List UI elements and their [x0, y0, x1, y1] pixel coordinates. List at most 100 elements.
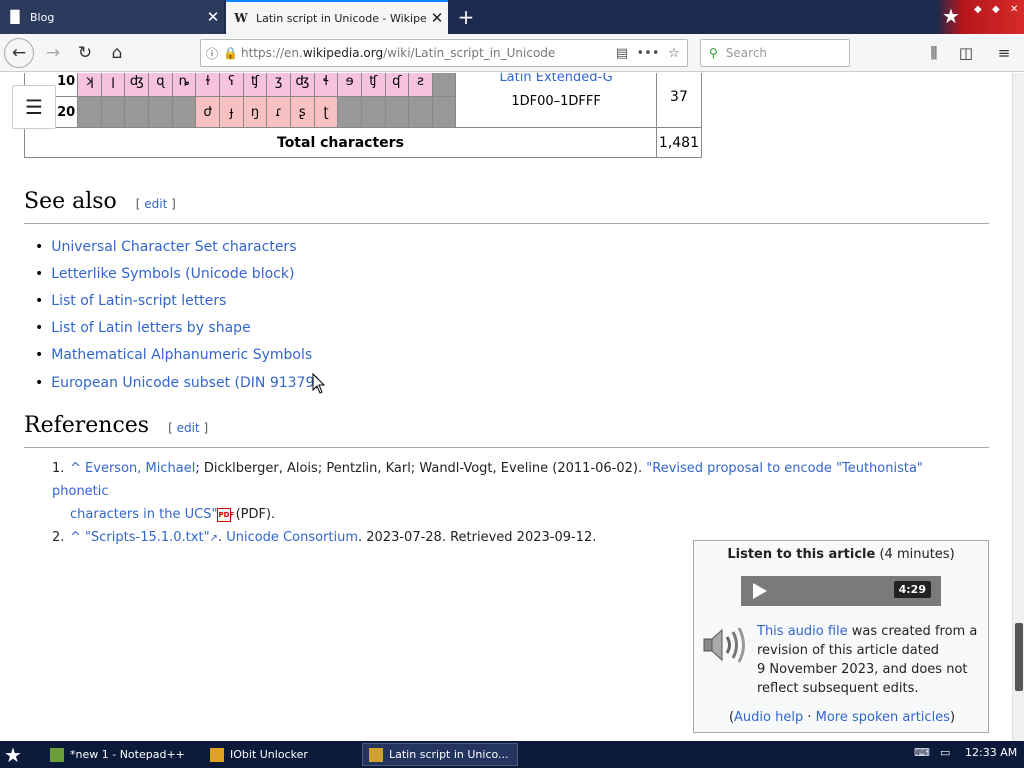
tab-blog[interactable]: ▐▌ Blog ✕	[0, 0, 224, 34]
publisher-link[interactable]: Unicode Consortium	[226, 530, 358, 545]
heading-text: References	[24, 413, 150, 438]
taskbar-item-active[interactable]: Latin script in Unico...	[362, 743, 518, 766]
taskbar: ★ *new 1 - Notepad++ IObit Unlocker Lati…	[0, 741, 1024, 768]
start-menu-icon[interactable]: ★	[4, 743, 22, 767]
more-spoken-articles-link[interactable]: More spoken articles	[816, 710, 950, 725]
ref-date: . 2023-07-28. Retrieved 2023-09-12.	[358, 530, 597, 545]
char-cell[interactable]: ŋ	[242, 96, 268, 128]
char-cell[interactable]: ʂ	[289, 96, 315, 128]
audio-footer: (Audio help · More spoken articles)	[728, 710, 956, 725]
tab-wikipedia[interactable]: W Latin script in Unicode - Wikipedia ✕	[226, 0, 448, 34]
see-also-link[interactable]: List of Latin-script letters	[51, 293, 226, 309]
desc-text: was created from a	[847, 624, 978, 639]
ref-backlink[interactable]: ^	[70, 530, 81, 545]
char-cell[interactable]: ɾ	[266, 96, 291, 128]
list-item[interactable]: Letterlike Symbols (Unicode block)	[35, 260, 320, 287]
char-cell[interactable]: ʈ	[313, 96, 339, 128]
home-button[interactable]: ⌂	[102, 38, 132, 68]
audio-help-link[interactable]: Audio help	[734, 710, 803, 725]
wikipedia-favicon-icon: W	[234, 11, 248, 25]
ref-backlink[interactable]: ^	[70, 461, 81, 476]
char-cell[interactable]: ɘ	[337, 73, 362, 97]
audio-player[interactable]: 4:29	[741, 576, 941, 606]
spoken-article-box: Listen to this article (4 minutes) 4:29 …	[693, 540, 989, 733]
ref-number: 1.	[52, 461, 65, 476]
char-cell[interactable]: ꞁ	[100, 73, 126, 97]
clock[interactable]: 12:33 AM	[965, 746, 1017, 759]
list-item[interactable]: List of Latin-script letters	[35, 287, 320, 314]
taskbar-item[interactable]: *new 1 - Notepad++	[44, 743, 204, 766]
close-window-icon[interactable]: ✕	[1010, 4, 1018, 15]
char-cell[interactable]: ʧ	[242, 73, 268, 97]
char-cell[interactable]: ɋ	[148, 73, 173, 97]
toc-button[interactable]: ☰	[12, 85, 56, 129]
minimize-icon[interactable]: ◆	[974, 4, 982, 15]
char-cell[interactable]: ɫ	[195, 73, 221, 97]
char-cell[interactable]: ʧ	[360, 73, 386, 97]
char-cell[interactable]: ʤ	[124, 73, 150, 97]
char-cell[interactable]: ʕ	[219, 73, 244, 97]
divider	[24, 447, 989, 448]
sidebar-icon: ◫	[958, 44, 974, 62]
info-icon[interactable]: ⓘ	[201, 45, 223, 62]
bookmark-star-icon[interactable]: ☆	[661, 46, 687, 61]
close-tab-icon[interactable]: ✕	[202, 8, 224, 26]
edit-section-link[interactable]: [ edit ]	[136, 197, 176, 211]
keyboard-icon[interactable]: ⌨	[914, 746, 930, 759]
see-also-link[interactable]: Letterlike Symbols (Unicode block)	[51, 266, 294, 282]
char-cell[interactable]: ժ	[195, 96, 221, 128]
author-link[interactable]: Everson, Michael	[85, 461, 195, 476]
sidebar-button[interactable]: ◫	[952, 38, 980, 68]
scrollbar-thumb[interactable]	[1015, 623, 1023, 691]
page-actions-icon[interactable]: •••	[635, 46, 661, 61]
see-also-link[interactable]: List of Latin letters by shape	[51, 320, 250, 336]
list-icon: ☰	[25, 95, 43, 119]
char-cell[interactable]: ʤ	[289, 73, 315, 97]
table-row: 10 ʞ ꞁ ʤ ɋ ȵ ɫ ʕ ʧ ʒ ʤ ɬ ɘ ʧ ʠ ƨ Latin E…	[23, 73, 703, 128]
char-cell[interactable]: ɟ	[219, 96, 244, 128]
library-button[interactable]: ⫼	[920, 38, 948, 68]
close-tab-icon[interactable]: ✕	[426, 9, 448, 27]
new-tab-button[interactable]: +	[452, 2, 480, 32]
menu-button[interactable]: ≡	[990, 38, 1018, 68]
network-icon[interactable]: ▭	[940, 746, 950, 759]
taskbar-label: *new 1 - Notepad++	[70, 748, 185, 761]
list-item[interactable]: List of Latin letters by shape	[35, 315, 320, 342]
reload-button[interactable]: ↻	[70, 38, 100, 68]
see-also-link[interactable]: European Unicode subset (DIN 91379)	[51, 375, 320, 391]
list-item[interactable]: Mathematical Alphanumeric Symbols	[35, 342, 320, 369]
arrow-left-icon: ←	[11, 43, 27, 63]
ref-title-link[interactable]: characters in the UCS"	[70, 507, 217, 522]
search-placeholder: Search	[725, 46, 768, 60]
vertical-scrollbar[interactable]	[1012, 73, 1024, 741]
char-cell[interactable]: ȵ	[171, 73, 197, 97]
see-also-link[interactable]: Mathematical Alphanumeric Symbols	[51, 347, 312, 363]
play-icon[interactable]	[753, 583, 767, 599]
reader-view-icon[interactable]: ▤	[609, 46, 635, 61]
notepad-icon	[50, 747, 64, 762]
url-bar[interactable]: ⓘ 🔒 https://en.wikipedia.org/wiki/Latin_…	[200, 39, 688, 67]
url-text[interactable]: https://en.wikipedia.org/wiki/Latin_scri…	[241, 46, 609, 60]
block-link[interactable]: Latin Extended-G	[456, 73, 656, 90]
speaker-icon	[703, 627, 745, 663]
lock-icon: 🔒	[223, 46, 238, 60]
divider	[24, 223, 989, 224]
see-also-link[interactable]: Universal Character Set characters	[51, 239, 296, 255]
char-cell-empty	[77, 96, 102, 128]
reload-icon: ↻	[77, 43, 93, 63]
char-cell[interactable]: ʒ	[266, 73, 291, 97]
forward-button[interactable]: →	[38, 38, 68, 68]
ref-title-link[interactable]: "Scripts-15.1.0.txt"	[85, 530, 210, 545]
list-item[interactable]: European Unicode subset (DIN 91379)	[35, 369, 320, 396]
char-cell[interactable]: ƨ	[408, 73, 433, 97]
back-button[interactable]: ←	[4, 38, 34, 68]
taskbar-item[interactable]: IObit Unlocker	[204, 743, 354, 766]
audio-file-link[interactable]: This audio file	[757, 624, 848, 639]
char-cell[interactable]: ɬ	[313, 73, 339, 97]
list-item[interactable]: Universal Character Set characters	[35, 233, 320, 260]
edit-section-link[interactable]: [ edit ]	[168, 421, 208, 435]
char-cell[interactable]: ʠ	[384, 73, 410, 97]
char-cell[interactable]: ʞ	[77, 73, 102, 97]
search-input[interactable]: ⚲ Search	[700, 39, 850, 67]
maximize-icon[interactable]: ◆	[992, 4, 1000, 15]
